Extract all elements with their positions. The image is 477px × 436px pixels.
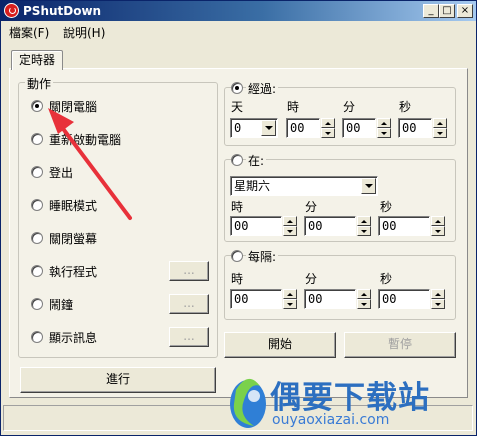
watermark-url: ouyaoxiazai.com — [272, 412, 390, 428]
watermark-text: 偶要下载站 — [270, 380, 430, 416]
arrow-shaft — [56, 120, 132, 220]
watermark-logo-icon — [230, 378, 266, 428]
tab-timer[interactable]: 定時器 — [11, 50, 63, 70]
arrow-head — [48, 108, 74, 134]
